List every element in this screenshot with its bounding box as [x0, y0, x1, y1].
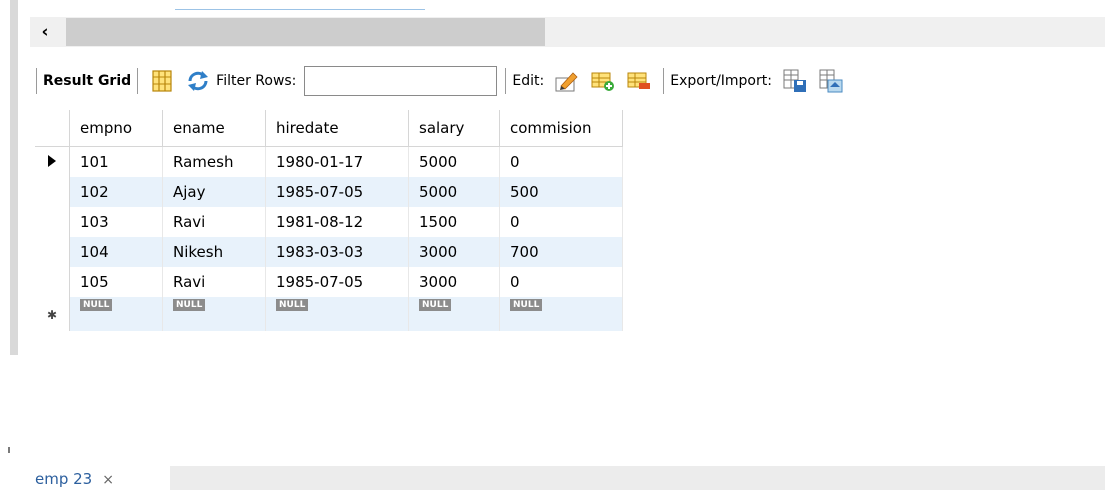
null-badge: NULL	[80, 299, 113, 311]
row-header-corner	[35, 110, 70, 147]
cell-commision[interactable]: 0	[499, 207, 623, 237]
cell-commision[interactable]: 500	[499, 177, 623, 207]
column-header-hiredate[interactable]: hiredate	[265, 110, 409, 147]
cell-salary[interactable]: 1500	[408, 207, 500, 237]
cell-empno[interactable]: 102	[69, 177, 163, 207]
left-splitter[interactable]	[10, 0, 18, 355]
null-badge: NULL	[510, 299, 543, 311]
cell-hiredate[interactable]: 1980-01-17	[265, 146, 409, 177]
cell-commision[interactable]: 700	[499, 237, 623, 267]
result-grid-table: empno ename hiredate salary commision 10…	[35, 110, 623, 331]
cell-salary[interactable]: 5000	[408, 177, 500, 207]
scroll-left-icon[interactable]: ‹	[32, 22, 58, 42]
filter-rows-label: Filter Rows:	[216, 73, 297, 89]
table-row[interactable]: 105 Ravi 1985-07-05 3000 0	[35, 267, 623, 297]
null-badge: NULL	[419, 299, 452, 311]
cell-salary-null[interactable]: NULL	[408, 297, 500, 331]
scrollbar-thumb[interactable]	[66, 18, 545, 46]
cell-hiredate[interactable]: 1983-03-03	[265, 237, 409, 267]
cell-hiredate-null[interactable]: NULL	[265, 297, 409, 331]
new-row[interactable]: ✱ NULL NULL NULL NULL NULL	[35, 297, 623, 331]
column-header-commision[interactable]: commision	[499, 110, 623, 147]
export-icon[interactable]	[782, 68, 808, 94]
table-row[interactable]: 101 Ramesh 1980-01-17 5000 0	[35, 146, 623, 177]
cell-ename[interactable]: Ajay	[162, 177, 266, 207]
row-header[interactable]	[35, 267, 70, 297]
null-badge: NULL	[276, 299, 309, 311]
cell-salary[interactable]: 3000	[408, 267, 500, 297]
cell-ename-null[interactable]: NULL	[162, 297, 266, 331]
cell-commision[interactable]: 0	[499, 146, 623, 177]
cell-ename[interactable]: Ravi	[162, 207, 266, 237]
refresh-icon[interactable]	[185, 68, 211, 94]
delete-row-icon[interactable]	[626, 68, 652, 94]
table-row[interactable]: 103 Ravi 1981-08-12 1500 0	[35, 207, 623, 237]
left-tick-mark	[8, 447, 10, 453]
tab-bar-fill	[170, 466, 1105, 490]
export-import-label: Export/Import:	[670, 73, 772, 89]
cell-ename[interactable]: Ravi	[162, 267, 266, 297]
cell-hiredate[interactable]: 1985-07-05	[265, 177, 409, 207]
cell-empno[interactable]: 105	[69, 267, 163, 297]
cell-empno[interactable]: 103	[69, 207, 163, 237]
cell-hiredate[interactable]: 1985-07-05	[265, 267, 409, 297]
column-header-ename[interactable]: ename	[162, 110, 266, 147]
row-pointer-icon[interactable]	[35, 146, 70, 177]
import-icon[interactable]	[818, 68, 844, 94]
cell-commision[interactable]: 0	[499, 267, 623, 297]
row-header[interactable]	[35, 207, 70, 237]
column-header-empno[interactable]: empno	[69, 110, 163, 147]
result-tab-bar: emp 23 ×	[0, 466, 1105, 490]
toolbar-separator	[137, 68, 139, 94]
edit-label: Edit:	[512, 73, 545, 89]
cell-empno-null[interactable]: NULL	[69, 297, 163, 331]
toolbar-separator	[663, 68, 665, 94]
result-grid-label[interactable]: Result Grid	[43, 73, 131, 89]
table-row[interactable]: 102 Ajay 1985-07-05 5000 500	[35, 177, 623, 207]
column-header-salary[interactable]: salary	[408, 110, 500, 147]
tab-emp-23[interactable]: emp 23 ×	[35, 470, 114, 490]
cell-hiredate[interactable]: 1981-08-12	[265, 207, 409, 237]
cell-salary[interactable]: 3000	[408, 237, 500, 267]
grid-form-icon[interactable]	[149, 68, 175, 94]
cell-empno[interactable]: 104	[69, 237, 163, 267]
result-panel: ‹ Result Grid Filter Rows: Edit: Export/…	[0, 0, 1105, 490]
cell-commision-null[interactable]: NULL	[499, 297, 623, 331]
null-badge: NULL	[173, 299, 206, 311]
edit-pencil-icon[interactable]	[554, 68, 580, 94]
toolbar-separator	[505, 68, 507, 94]
tab-label[interactable]: emp 23	[35, 470, 92, 488]
result-toolbar: Result Grid Filter Rows: Edit: Export/Im…	[30, 62, 1105, 100]
cell-ename[interactable]: Ramesh	[162, 146, 266, 177]
cell-ename[interactable]: Nikesh	[162, 237, 266, 267]
row-header[interactable]	[35, 177, 70, 207]
toolbar-separator	[36, 68, 37, 94]
new-row-marker-icon[interactable]: ✱	[35, 297, 70, 331]
cell-salary[interactable]: 5000	[408, 146, 500, 177]
add-row-icon[interactable]	[590, 68, 616, 94]
header-row: empno ename hiredate salary commision	[35, 110, 623, 147]
filter-rows-input[interactable]	[304, 66, 498, 96]
cell-empno[interactable]: 101	[69, 146, 163, 177]
table-row[interactable]: 104 Nikesh 1983-03-03 3000 700	[35, 237, 623, 267]
close-icon[interactable]: ×	[102, 472, 114, 488]
top-accent-line	[175, 9, 425, 10]
row-header[interactable]	[35, 237, 70, 267]
